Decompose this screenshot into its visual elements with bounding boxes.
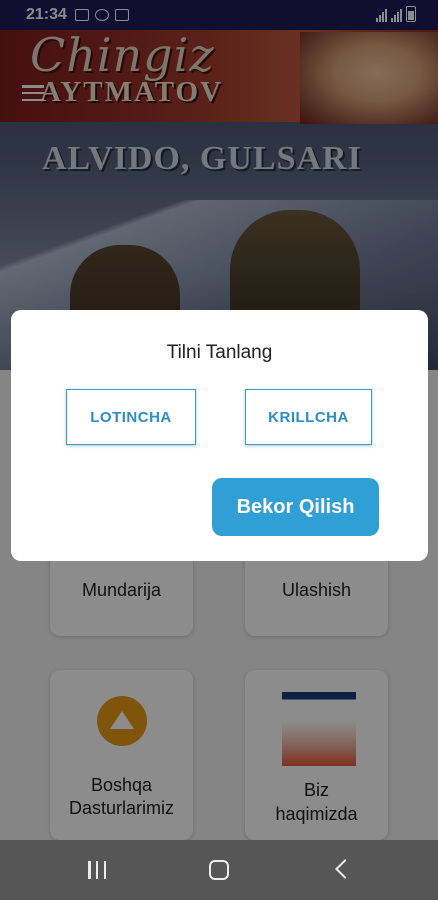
language-dialog: Tilni Tanlang LOTINCHA KRILLCHA Bekor Qi… [11, 310, 428, 561]
latin-button[interactable]: LOTINCHA [66, 389, 196, 445]
cancel-button[interactable]: Bekor Qilish [212, 478, 379, 536]
recent-apps-icon[interactable] [88, 861, 106, 879]
cyrillic-button[interactable]: KRILLCHA [245, 389, 372, 445]
dialog-title: Tilni Tanlang [166, 342, 273, 363]
navigation-bar [0, 840, 438, 900]
back-icon[interactable] [335, 859, 355, 879]
home-icon[interactable] [209, 860, 229, 880]
